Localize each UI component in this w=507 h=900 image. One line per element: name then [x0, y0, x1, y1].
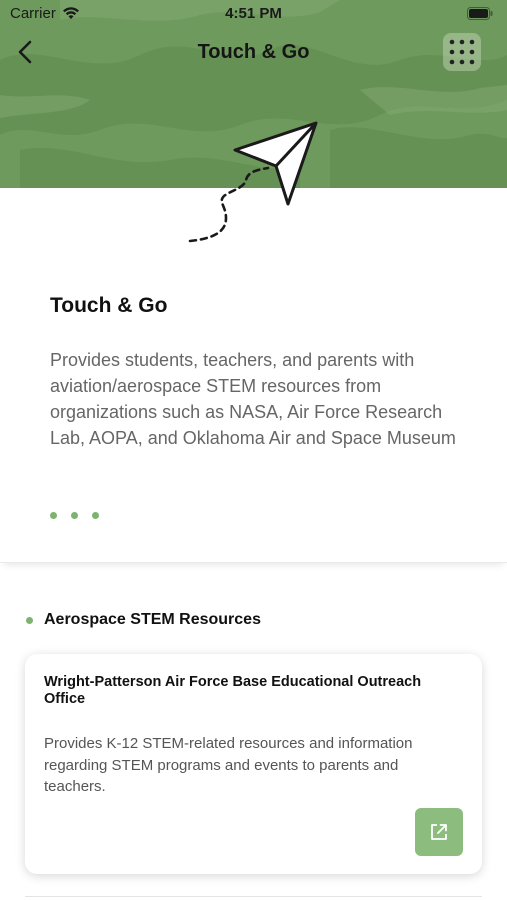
resource-title: Wright-Patterson Air Force Base Educatio… — [44, 674, 422, 707]
section-title: Aerospace STEM Resources — [44, 611, 261, 628]
status-time: 4:51 PM — [225, 5, 282, 22]
paper-plane-icon — [188, 121, 318, 243]
external-link-icon — [431, 824, 447, 840]
open-link-button[interactable] — [415, 808, 463, 856]
status-bar: Carrier 4:51 PM — [0, 0, 507, 28]
menu-button[interactable] — [443, 33, 481, 71]
next-resource-card-edge — [25, 896, 482, 900]
intro-description: Provides students, teachers, and parents… — [50, 350, 456, 448]
ellipsis-dots-icon — [50, 512, 99, 519]
intro-title: Touch & Go — [50, 294, 168, 317]
resource-description: Provides K-12 STEM-related resources and… — [44, 735, 413, 795]
nav-title: Touch & Go — [197, 41, 310, 63]
section-bullet — [26, 617, 33, 624]
dot — [50, 512, 57, 519]
dot — [92, 512, 99, 519]
grid-dots-icon — [449, 39, 475, 65]
battery-icon — [467, 7, 493, 20]
app-screen: Carrier 4:51 PM Touch & Go Touch & Go Pr… — [0, 0, 507, 900]
resource-card[interactable]: Wright-Patterson Air Force Base Educatio… — [25, 654, 482, 874]
dot — [71, 512, 78, 519]
divider — [0, 562, 507, 563]
